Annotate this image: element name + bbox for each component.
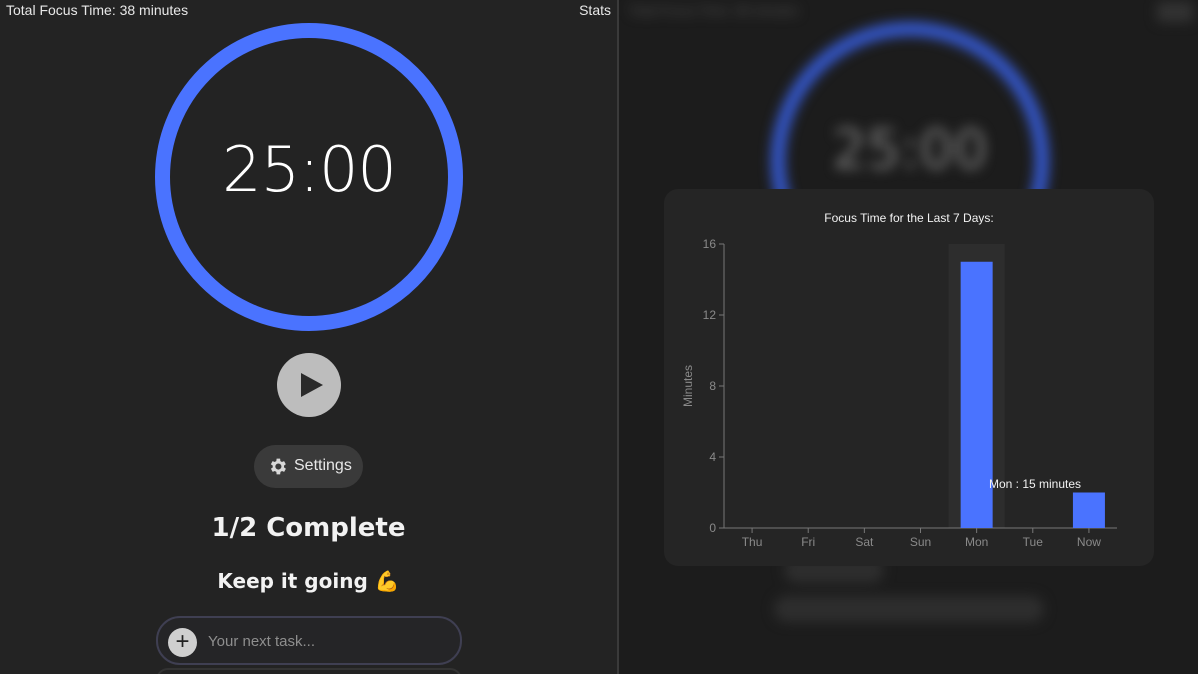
- x-tick-label: Fri: [801, 535, 815, 549]
- stats-modal: Focus Time for the Last 7 Days: 0 4 8 12 16 M…: [664, 189, 1154, 566]
- settings-label: Settings: [294, 457, 352, 474]
- plus-icon: +: [175, 628, 190, 655]
- x-tick-label: Tue: [1023, 535, 1044, 549]
- blurred-title: Total Focus Time: 38 minutes: [629, 3, 799, 18]
- blurred-row: [774, 596, 1044, 622]
- completion-status: 1/2 Complete: [211, 513, 406, 543]
- add-task-button[interactable]: +: [168, 628, 197, 657]
- blurred-button: [1157, 2, 1193, 22]
- total-focus-time: Total Focus Time: 38 minutes: [6, 2, 189, 18]
- y-axis-label: Minutes: [681, 365, 695, 407]
- y-tick-label: 12: [703, 308, 717, 322]
- y-tick-label: 4: [709, 450, 716, 464]
- x-tick-label: Sun: [910, 535, 931, 549]
- task-input[interactable]: [206, 629, 450, 653]
- play-button[interactable]: [277, 353, 341, 417]
- bar: [960, 261, 993, 528]
- focus-chart: 0 4 8 12 16 Minutes Thu Fri Sat Sun Mon Tue Now Mon :…: [681, 237, 1117, 549]
- x-tick-label: Mon: [965, 535, 988, 549]
- y-tick-label: 8: [709, 379, 716, 393]
- settings-button[interactable]: Settings: [254, 445, 363, 488]
- blurred-timer: 25:00: [832, 118, 988, 181]
- x-tick-label: Sat: [855, 535, 874, 549]
- timer-display: 25:00: [222, 133, 397, 206]
- y-tick-label: 16: [703, 237, 717, 251]
- bar: [1072, 492, 1105, 528]
- play-icon: [301, 373, 323, 397]
- task-input-box: +: [156, 616, 462, 665]
- stats-link[interactable]: Stats: [579, 2, 611, 18]
- task-list-item: [156, 668, 462, 674]
- encouragement-text: Keep it going 💪: [217, 569, 400, 593]
- timer-pane: Total Focus Time: 38 minutes Stats 25:00…: [0, 0, 617, 674]
- y-tick-label: 0: [709, 521, 716, 535]
- gear-icon: [270, 458, 286, 475]
- stats-pane: Total Focus Time: 38 minutes 25:00 Focus…: [619, 0, 1198, 674]
- x-tick-label: Now: [1077, 535, 1101, 549]
- chart-tooltip: Mon : 15 minutes: [989, 477, 1081, 491]
- x-tick-label: Thu: [742, 535, 763, 549]
